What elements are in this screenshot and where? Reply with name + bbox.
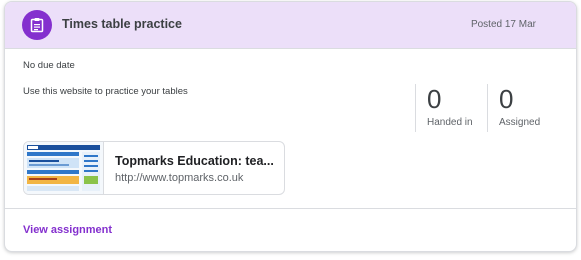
assigned-stat[interactable]: 0 Assigned bbox=[487, 84, 540, 132]
website-preview-thumbnail bbox=[24, 142, 104, 194]
assigned-count: 0 bbox=[499, 84, 514, 114]
posted-date: Posted 17 Mar bbox=[470, 19, 536, 30]
due-date: No due date bbox=[23, 60, 75, 71]
assignment-instructions: Use this website to practice your tables bbox=[23, 86, 188, 97]
assignment-icon bbox=[22, 10, 52, 40]
handed-in-label: Handed in bbox=[427, 117, 473, 128]
handed-in-stat[interactable]: 0 Handed in bbox=[415, 84, 473, 132]
view-assignment-link[interactable]: View assignment bbox=[23, 224, 112, 236]
attachment-title: Topmarks Education: tea... bbox=[115, 154, 274, 168]
assignment-card: Times table practice Posted 17 Mar No du… bbox=[4, 1, 577, 252]
assignment-header[interactable]: Times table practice Posted 17 Mar bbox=[5, 2, 576, 49]
link-attachment[interactable]: Topmarks Education: tea... http://www.to… bbox=[23, 141, 285, 195]
assigned-label: Assigned bbox=[499, 117, 541, 128]
footer-divider bbox=[5, 208, 576, 209]
assignment-title[interactable]: Times table practice bbox=[62, 17, 182, 31]
handed-in-count: 0 bbox=[427, 84, 442, 114]
attachment-url: http://www.topmarks.co.uk bbox=[115, 172, 244, 184]
